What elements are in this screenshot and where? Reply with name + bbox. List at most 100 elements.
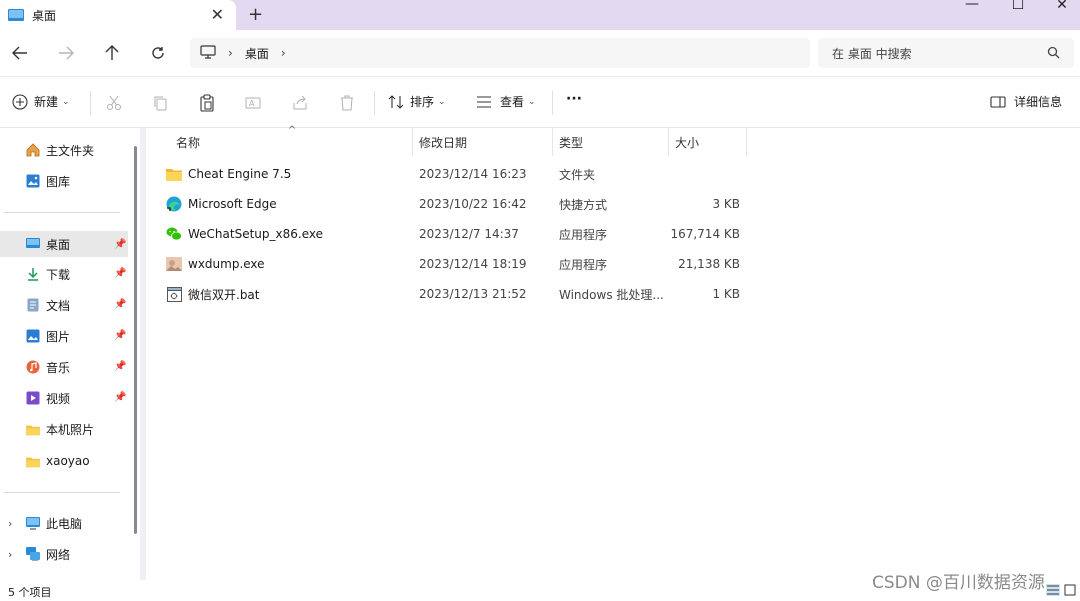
tab-title: 桌面	[32, 8, 57, 23]
new-button[interactable]: 新建 ⌄	[12, 93, 70, 110]
column-header-date[interactable]: 修改日期	[413, 128, 553, 156]
file-type: 文件夹	[559, 167, 596, 182]
sidebar-item-pictures[interactable]: 图片	[26, 324, 70, 348]
sort-button[interactable]: 排序 ⌄	[388, 93, 446, 110]
file-size: 1 KB	[712, 287, 740, 301]
computer-icon	[200, 44, 216, 62]
table-row[interactable]: 微信双开.bat 2023/12/13 21:52 Windows 批处理...…	[160, 279, 750, 309]
rename-icon[interactable]: A	[244, 93, 264, 113]
file-name: wxdump.exe	[188, 257, 265, 271]
back-button[interactable]	[8, 42, 32, 64]
details-label: 详细信息	[1014, 95, 1063, 109]
column-header-type[interactable]: 类型	[553, 128, 669, 156]
folder-icon	[26, 454, 40, 468]
tab-desktop[interactable]: 桌面 ✕	[0, 0, 236, 30]
table-row[interactable]: WeChatSetup_x86.exe 2023/12/7 14:37 应用程序…	[160, 219, 750, 249]
arrow-up-icon	[105, 45, 119, 60]
close-button[interactable]: ✕	[1042, 0, 1080, 13]
file-size	[660, 159, 740, 189]
tab-close-icon[interactable]: ✕	[211, 5, 224, 24]
sidebar-item-local-photos[interactable]: 本机照片	[26, 417, 94, 441]
download-icon	[26, 267, 40, 281]
sidebar-item-label: xaoyao	[46, 454, 90, 468]
desktop-icon	[26, 237, 40, 251]
details-view-icon[interactable]	[1046, 584, 1060, 596]
view-toggle	[1046, 584, 1076, 596]
column-header-label: 类型	[559, 135, 584, 150]
address-bar: › 桌面 › 在 桌面 中搜索	[0, 30, 1080, 76]
search-input[interactable]: 在 桌面 中搜索	[818, 38, 1074, 68]
chevron-down-icon: ⌄	[438, 96, 446, 107]
arrow-right-icon	[59, 46, 74, 60]
sidebar-scrollbar[interactable]	[134, 146, 137, 534]
file-name: Cheat Engine 7.5	[188, 167, 292, 181]
pin-icon[interactable]: 📌	[114, 239, 126, 250]
sort-label: 排序	[410, 95, 435, 109]
column-header-name[interactable]: 名称	[170, 128, 413, 156]
sidebar-item-xaoyao[interactable]: xaoyao	[26, 449, 90, 473]
share-icon[interactable]	[290, 93, 310, 113]
toolbar-divider	[374, 91, 375, 115]
file-date: 2023/10/22 16:42	[419, 197, 527, 211]
new-tab-button[interactable]: +	[248, 4, 263, 25]
tiles-view-icon[interactable]	[1064, 584, 1076, 596]
pin-icon[interactable]: 📌	[114, 330, 126, 341]
more-options-button[interactable]: ···	[566, 91, 582, 107]
chevron-down-icon: ⌄	[62, 96, 70, 107]
search-placeholder: 在 桌面 中搜索	[832, 46, 912, 61]
pin-icon[interactable]: 📌	[114, 268, 126, 279]
arrow-left-icon	[12, 46, 27, 60]
delete-icon[interactable]	[337, 93, 357, 113]
sidebar-item-label: 图库	[46, 174, 71, 189]
pin-icon[interactable]: 📌	[114, 299, 126, 310]
cut-icon[interactable]	[104, 93, 124, 113]
breadcrumb-item-desktop[interactable]: 桌面	[245, 45, 269, 62]
sidebar-divider	[4, 212, 120, 213]
sidebar-item-desktop[interactable]: 桌面 📌	[0, 231, 128, 257]
copy-icon[interactable]	[150, 93, 170, 113]
sidebar-item-label: 下载	[46, 267, 71, 282]
chevron-right-icon[interactable]: ›	[8, 548, 12, 561]
table-row[interactable]: Cheat Engine 7.5 2023/12/14 16:23 文件夹	[160, 159, 750, 189]
sidebar-item-documents[interactable]: 文档	[26, 293, 70, 317]
chevron-right-icon[interactable]: ›	[281, 46, 286, 60]
folder-icon	[26, 422, 40, 436]
file-type: 快捷方式	[559, 197, 608, 212]
chevron-right-icon[interactable]: ›	[8, 517, 12, 530]
sidebar-item-home[interactable]: 主文件夹	[26, 138, 94, 162]
navigation-pane: 主文件夹 图库 桌面 📌 下载 📌 文档 📌 图片 📌 音乐 📌 视频 📌 本机…	[0, 128, 140, 580]
sidebar-item-label: 图片	[46, 329, 71, 344]
file-type: 应用程序	[559, 257, 608, 272]
pin-icon[interactable]: 📌	[114, 361, 126, 372]
sidebar-item-gallery[interactable]: 图库	[26, 169, 70, 193]
sidebar-item-music[interactable]: 音乐	[26, 355, 70, 379]
view-button[interactable]: 查看 ⌄	[476, 93, 536, 110]
sidebar-item-label: 此电脑	[46, 516, 83, 531]
command-bar: 新建 ⌄ A 排序 ⌄ 查看 ⌄ ··· 详细信息	[0, 76, 1080, 128]
pin-icon[interactable]: 📌	[114, 392, 126, 403]
file-date: 2023/12/14 18:19	[419, 257, 527, 271]
table-row[interactable]: wxdump.exe 2023/12/14 18:19 应用程序 21,138 …	[160, 249, 750, 279]
details-button[interactable]: 详细信息	[990, 93, 1062, 110]
sidebar-item-label: 文档	[46, 298, 71, 313]
sidebar-item-this-pc[interactable]: 此电脑	[26, 511, 82, 535]
sidebar-item-videos[interactable]: 视频	[26, 386, 70, 410]
file-size: 21,138 KB	[678, 257, 740, 271]
column-header-size[interactable]: 大小	[669, 128, 747, 156]
maximize-button[interactable]: ☐	[998, 0, 1038, 13]
forward-button[interactable]	[54, 42, 78, 64]
table-row[interactable]: Microsoft Edge 2023/10/22 16:42 快捷方式 3 K…	[160, 189, 750, 219]
up-button[interactable]	[100, 42, 124, 64]
file-size: 3 KB	[712, 197, 740, 211]
file-type: Windows 批处理...	[559, 287, 664, 302]
minimize-button[interactable]: —	[952, 0, 992, 12]
sidebar-divider	[4, 492, 120, 493]
sidebar-item-network[interactable]: 网络	[26, 542, 70, 566]
refresh-button[interactable]	[146, 42, 170, 64]
file-date: 2023/12/13 21:52	[419, 287, 527, 301]
batch-file-icon	[166, 286, 182, 302]
breadcrumb[interactable]: › 桌面 ›	[190, 38, 810, 68]
paste-icon[interactable]	[197, 93, 217, 113]
sidebar-item-downloads[interactable]: 下载	[26, 262, 70, 286]
file-type: 应用程序	[559, 227, 608, 242]
